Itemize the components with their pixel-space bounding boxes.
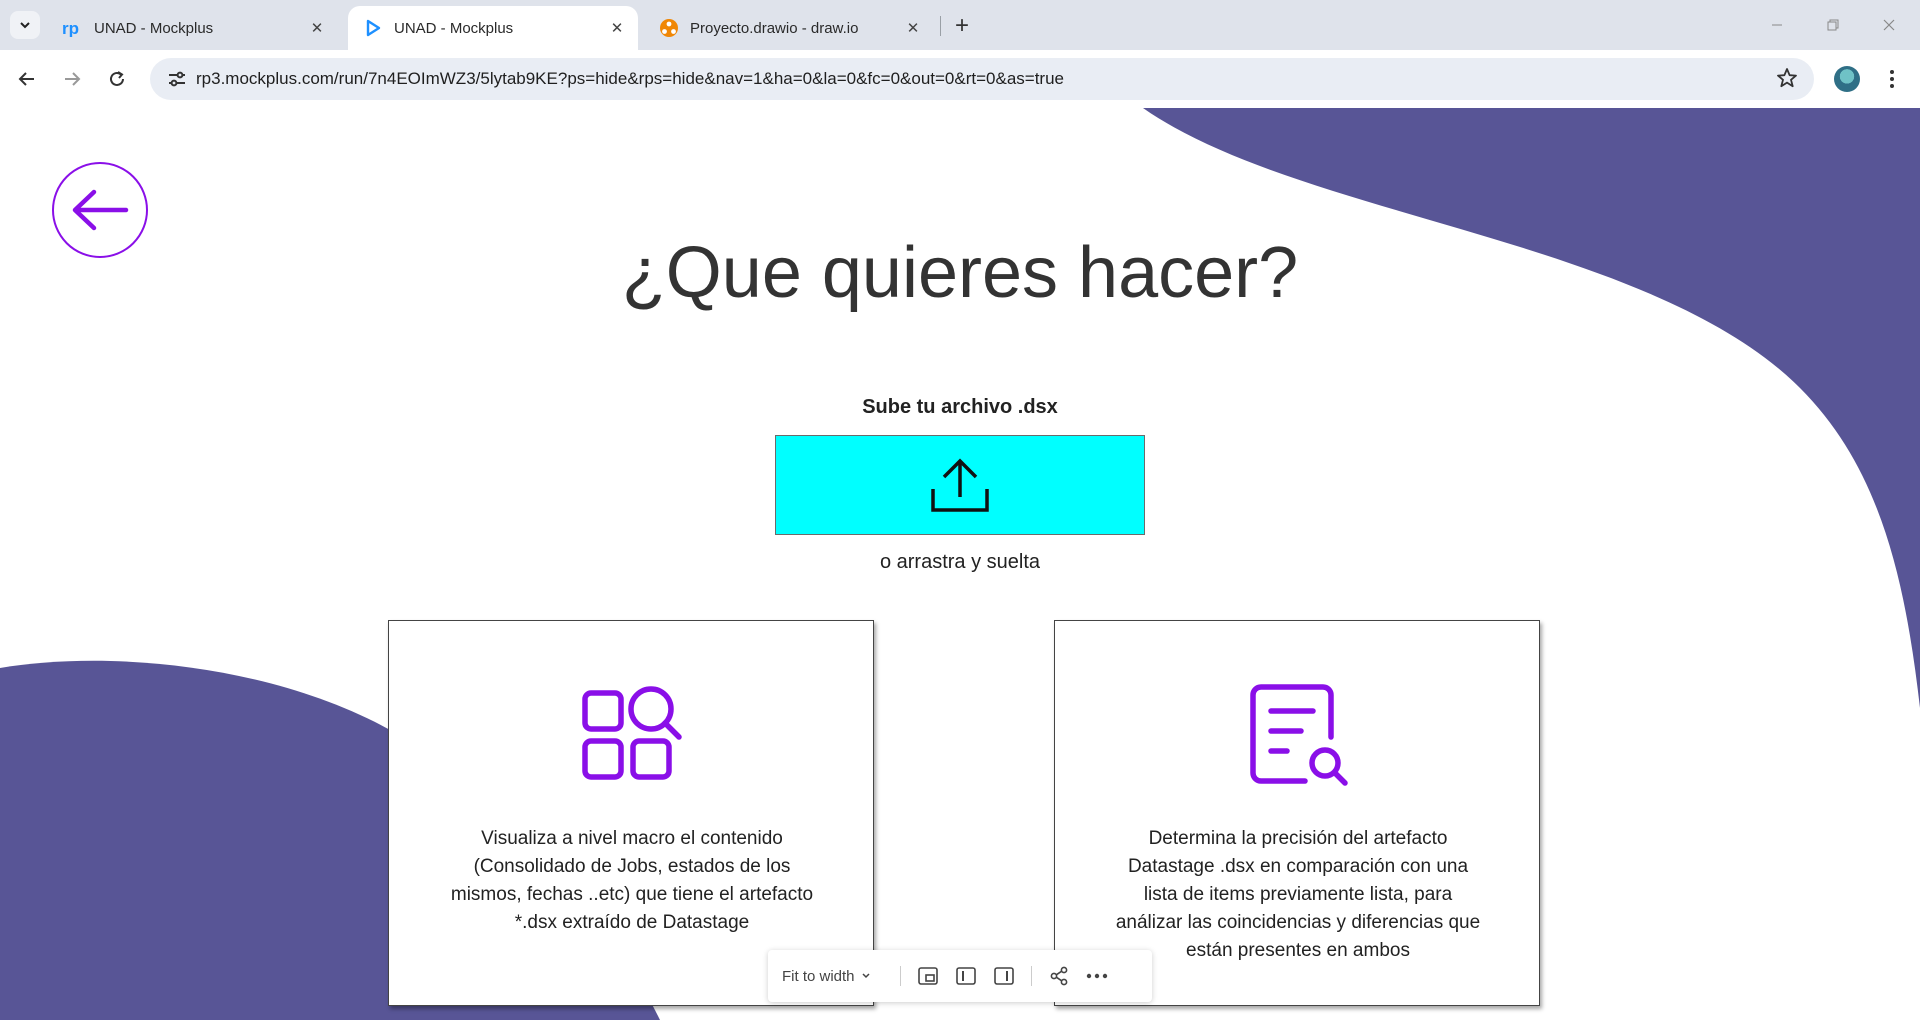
url-text[interactable]: rp3.mockplus.com/run/7n4EOImWZ3/5lytab9K… [196,69,1064,89]
fit-to-width-dropdown[interactable]: Fit to width [782,968,892,985]
left-panel-button[interactable] [947,957,985,995]
arrow-right-icon [65,72,81,86]
address-bar[interactable]: rp3.mockplus.com/run/7n4EOImWZ3/5lytab9K… [150,58,1814,100]
viewer-toolbar: Fit to width [768,950,1152,1002]
grid-search-icon [582,686,682,780]
drawio-icon [658,17,680,39]
card-description: Visualiza a nivel macro el contenido (Co… [450,828,814,933]
arrow-left-icon [18,72,34,86]
card-description: Determina la precisión del artefacto Dat… [1115,828,1481,961]
prototype-canvas: ¿Que quieres hacer? Sube tu archivo .dsx… [0,108,1920,1020]
new-tab-button[interactable]: + [948,12,976,40]
tab-title: UNAD - Mockplus [94,19,214,37]
tab-title: Proyecto.drawio - draw.io [690,19,859,37]
share-icon [1050,966,1068,986]
option-card-visualize[interactable]: Visualiza a nivel macro el contenido (Co… [388,620,874,1006]
tab-strip: rp UNAD - Mockplus ✕ UNAD - Mockplus ✕ P… [0,0,1920,50]
browser-toolbar: rp3.mockplus.com/run/7n4EOImWZ3/5lytab9K… [0,50,1920,108]
back-button[interactable] [10,62,44,96]
right-panel-icon [994,967,1014,985]
svg-text:rp: rp [62,19,79,37]
upload-file-button[interactable] [775,435,1145,535]
tab-title: UNAD - Mockplus [394,19,514,37]
reload-button[interactable] [100,62,134,96]
tab-divider [940,16,941,36]
more-horizontal-icon [1086,973,1108,979]
document-search-icon [1250,684,1348,786]
browser-menu-button[interactable] [1880,64,1904,94]
tab-unad-mockplus-1[interactable]: rp UNAD - Mockplus ✕ [48,6,338,50]
tab-proyecto-drawio[interactable]: Proyecto.drawio - draw.io ✕ [644,6,934,50]
left-panel-icon [956,967,976,985]
restore-button[interactable] [1810,10,1856,40]
option-card-compare[interactable]: Determina la precisión del artefacto Dat… [1054,620,1540,1006]
share-button[interactable] [1040,957,1078,995]
tab-search-button[interactable] [10,11,40,39]
close-icon[interactable]: ✕ [304,15,330,41]
right-panel-button[interactable] [985,957,1023,995]
close-icon [1883,19,1895,31]
tab-unad-mockplus-2[interactable]: UNAD - Mockplus ✕ [348,6,638,50]
minimize-button[interactable] [1754,10,1800,40]
reload-icon [110,71,124,86]
chevron-down-icon [862,973,870,979]
close-icon[interactable]: ✕ [604,15,630,41]
close-window-button[interactable] [1866,10,1912,40]
page-title: ¿Que quieres hacer? [621,233,1299,313]
toolbar-divider [1031,966,1032,986]
restore-icon [1827,19,1839,31]
fullscreen-icon [918,967,938,985]
close-icon[interactable]: ✕ [900,15,926,41]
more-options-button[interactable] [1078,957,1116,995]
forward-button[interactable] [55,62,89,96]
fullscreen-button[interactable] [909,957,947,995]
upload-label: Sube tu archivo .dsx [862,396,1058,418]
profile-avatar[interactable] [1834,66,1860,92]
arrow-left-icon [72,189,129,231]
mockplus-play-icon [362,17,384,39]
upload-icon [931,458,989,512]
mockplus-rp-icon: rp [62,17,84,39]
fit-label: Fit to width [782,967,855,985]
drag-drop-hint: o arrastra y suelta [879,551,1041,573]
chevron-down-icon [20,22,30,29]
toolbar-divider [900,966,901,986]
minimize-icon [1772,24,1782,26]
bookmark-star-icon[interactable] [1776,67,1798,94]
site-settings-icon[interactable] [160,70,194,88]
